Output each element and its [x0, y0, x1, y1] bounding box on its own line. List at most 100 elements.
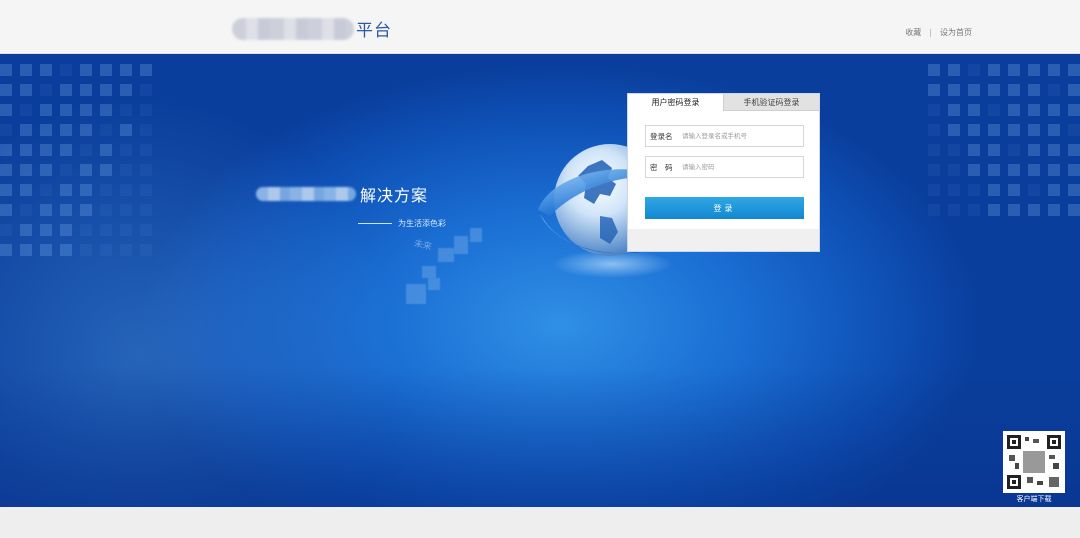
top-header: 平台 收藏 | 设为首页	[0, 0, 1080, 54]
decor-tile	[1048, 164, 1060, 176]
decor-tile	[1068, 164, 1080, 176]
decor-tile	[40, 84, 52, 96]
decor-tile	[988, 204, 1000, 216]
decor-tile	[1028, 84, 1040, 96]
slogan-redacted	[256, 187, 356, 201]
decor-tile	[80, 84, 92, 96]
decor-tile	[120, 224, 132, 236]
decor-tile	[1068, 84, 1080, 96]
decor-tile	[1008, 144, 1020, 156]
decor-tile	[0, 204, 12, 216]
decor-tile	[80, 64, 92, 76]
decor-tile	[140, 184, 152, 196]
login-panel: 用户密码登录 手机验证码登录 登录名 密 码 登录	[627, 93, 820, 252]
set-homepage-link[interactable]: 设为首页	[940, 27, 972, 38]
username-input[interactable]	[682, 132, 797, 140]
decor-tile	[948, 64, 960, 76]
decor-tile	[1048, 84, 1060, 96]
decor-tile	[1048, 124, 1060, 136]
decor-tile	[140, 104, 152, 116]
decor-tile	[1068, 144, 1080, 156]
login-form: 登录名 密 码 登录	[628, 111, 819, 229]
decor-tile	[100, 124, 112, 136]
decor-tile	[1008, 184, 1020, 196]
decor-tile	[1048, 184, 1060, 196]
decor-tile	[100, 244, 112, 256]
decor-tile	[140, 244, 152, 256]
slogan-title: 解决方案	[360, 186, 429, 205]
decor-tile	[100, 104, 112, 116]
decor-tile	[928, 84, 940, 96]
login-tabs: 用户密码登录 手机验证码登录	[628, 94, 819, 111]
tab-password-login[interactable]: 用户密码登录	[628, 94, 723, 111]
decor-tile	[40, 164, 52, 176]
bookmark-link[interactable]: 收藏	[905, 27, 921, 38]
decor-tile	[928, 64, 940, 76]
decor-tile	[968, 204, 980, 216]
username-label: 登录名	[650, 131, 673, 141]
decor-tile	[120, 124, 132, 136]
decor-tile	[1028, 204, 1040, 216]
decor-tile	[40, 184, 52, 196]
decor-tile	[988, 64, 1000, 76]
decor-tile	[928, 144, 940, 156]
decor-tile	[988, 124, 1000, 136]
decor-tile	[968, 84, 980, 96]
decor-tile	[140, 144, 152, 156]
decor-tile	[0, 184, 12, 196]
decor-tile	[60, 184, 72, 196]
decor-tile	[80, 104, 92, 116]
decor-tile	[948, 184, 960, 196]
decor-tile	[968, 144, 980, 156]
decor-tile	[120, 104, 132, 116]
decor-tile	[20, 84, 32, 96]
decor-tile	[968, 124, 980, 136]
decor-tile	[948, 204, 960, 216]
decor-tile	[1048, 64, 1060, 76]
decor-tile	[948, 124, 960, 136]
client-download[interactable]: 客户端下载	[1003, 431, 1065, 503]
decor-tile	[100, 184, 112, 196]
decor-tile	[928, 164, 940, 176]
decor-tile	[1048, 144, 1060, 156]
decor-tile	[968, 64, 980, 76]
decor-tile	[100, 84, 112, 96]
link-separator: |	[929, 28, 932, 37]
future-text: 未来	[412, 239, 433, 253]
decor-tile	[20, 164, 32, 176]
decor-tile	[1048, 204, 1060, 216]
decor-tile	[120, 164, 132, 176]
decor-tile	[0, 224, 12, 236]
decor-tile	[140, 84, 152, 96]
decor-tile	[120, 244, 132, 256]
decor-tile	[0, 144, 12, 156]
password-label: 密 码	[650, 162, 673, 172]
decor-tile	[928, 204, 940, 216]
decor-tile	[100, 64, 112, 76]
subline-dash	[358, 223, 392, 224]
tab-sms-login[interactable]: 手机验证码登录	[723, 94, 819, 111]
decor-tile	[60, 244, 72, 256]
decor-tile	[928, 124, 940, 136]
login-button[interactable]: 登录	[645, 197, 804, 219]
qr-code[interactable]	[1003, 431, 1065, 493]
password-input[interactable]	[682, 163, 797, 171]
decor-tiles-left	[0, 64, 152, 256]
decor-tile	[140, 64, 152, 76]
decor-tile	[0, 244, 12, 256]
decor-tile	[80, 144, 92, 156]
decor-tile	[948, 104, 960, 116]
decor-tile	[928, 104, 940, 116]
decor-tile	[1068, 204, 1080, 216]
decor-tile	[60, 104, 72, 116]
decor-tiles-right	[928, 64, 1080, 216]
top-links: 收藏 | 设为首页	[905, 27, 972, 38]
client-download-label[interactable]: 客户端下载	[1003, 494, 1065, 504]
decor-tile	[1028, 144, 1040, 156]
decor-tile	[988, 84, 1000, 96]
decor-tile	[20, 184, 32, 196]
decor-tile	[120, 144, 132, 156]
decor-tile	[1028, 184, 1040, 196]
site-brand[interactable]: 平台	[232, 16, 392, 41]
decor-tile	[20, 144, 32, 156]
